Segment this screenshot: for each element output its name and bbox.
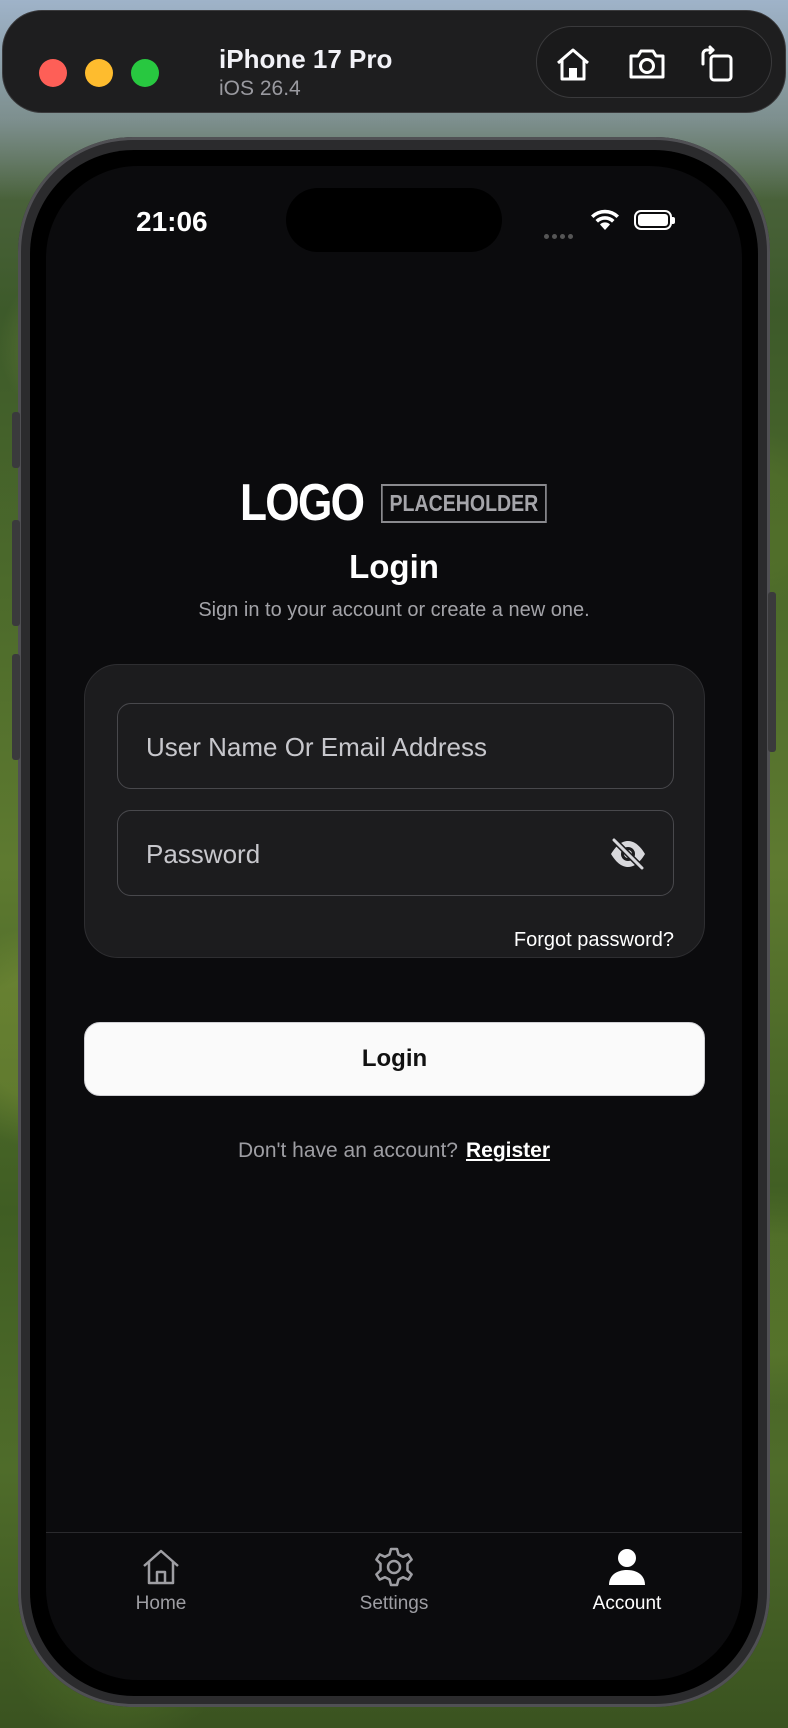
volume-down-button[interactable]: [12, 654, 20, 760]
simulator-titlebar: iPhone 17 Pro iOS 26.4: [2, 10, 786, 113]
volume-up-button[interactable]: [12, 520, 20, 626]
eye-slash-icon[interactable]: [609, 837, 647, 871]
tab-home[interactable]: Home: [61, 1545, 261, 1615]
zoom-window-button[interactable]: [131, 59, 159, 87]
logo-main-text: LOGO: [240, 474, 365, 532]
close-window-button[interactable]: [39, 59, 67, 87]
screenshot-icon[interactable]: [627, 44, 667, 84]
gear-icon: [375, 1547, 413, 1587]
password-input[interactable]: [144, 811, 618, 897]
rotate-icon[interactable]: [697, 44, 737, 84]
tab-home-label: Home: [135, 1593, 187, 1614]
page-title: Login: [349, 548, 439, 585]
logo-sub-text: PLACEHOLDER: [381, 483, 547, 523]
password-field[interactable]: [117, 810, 674, 897]
person-icon: [609, 1549, 645, 1585]
tab-account[interactable]: Account: [527, 1545, 727, 1615]
register-link[interactable]: Register: [466, 1139, 550, 1162]
register-prompt: Don't have an account? Register: [46, 1139, 742, 1163]
dynamic-island: [286, 188, 502, 252]
cellular-signal-icon: [544, 226, 576, 244]
wifi-icon: [591, 209, 619, 230]
phone-screen: 21:06 LOGO PLACEHOLDER Login Sign in to …: [46, 166, 742, 1680]
login-button[interactable]: Login: [84, 1022, 705, 1096]
home-icon[interactable]: [553, 44, 593, 84]
tab-settings-label: Settings: [359, 1593, 429, 1614]
device-os-version: iOS 26.4: [219, 77, 301, 100]
tab-bar: Home Settings Account: [46, 1532, 742, 1680]
username-input[interactable]: [144, 704, 618, 790]
tab-settings[interactable]: Settings: [294, 1545, 494, 1615]
simulator-controls: [536, 26, 772, 98]
app-logo: LOGO PLACEHOLDER: [240, 474, 576, 532]
home-icon: [143, 1549, 179, 1585]
forgot-password-link[interactable]: Forgot password?: [514, 929, 674, 952]
username-field[interactable]: [117, 703, 674, 790]
battery-icon: [634, 210, 675, 230]
status-time: 21:06: [136, 206, 208, 237]
minimize-window-button[interactable]: [85, 59, 113, 87]
tab-account-label: Account: [592, 1593, 662, 1614]
power-button[interactable]: [768, 592, 776, 752]
action-button[interactable]: [12, 412, 20, 468]
page-subtitle: Sign in to your account or create a new …: [198, 599, 590, 621]
device-name: iPhone 17 Pro: [219, 44, 393, 74]
no-account-text: Don't have an account?: [237, 1139, 458, 1162]
login-form-card: Forgot password?: [84, 664, 705, 958]
